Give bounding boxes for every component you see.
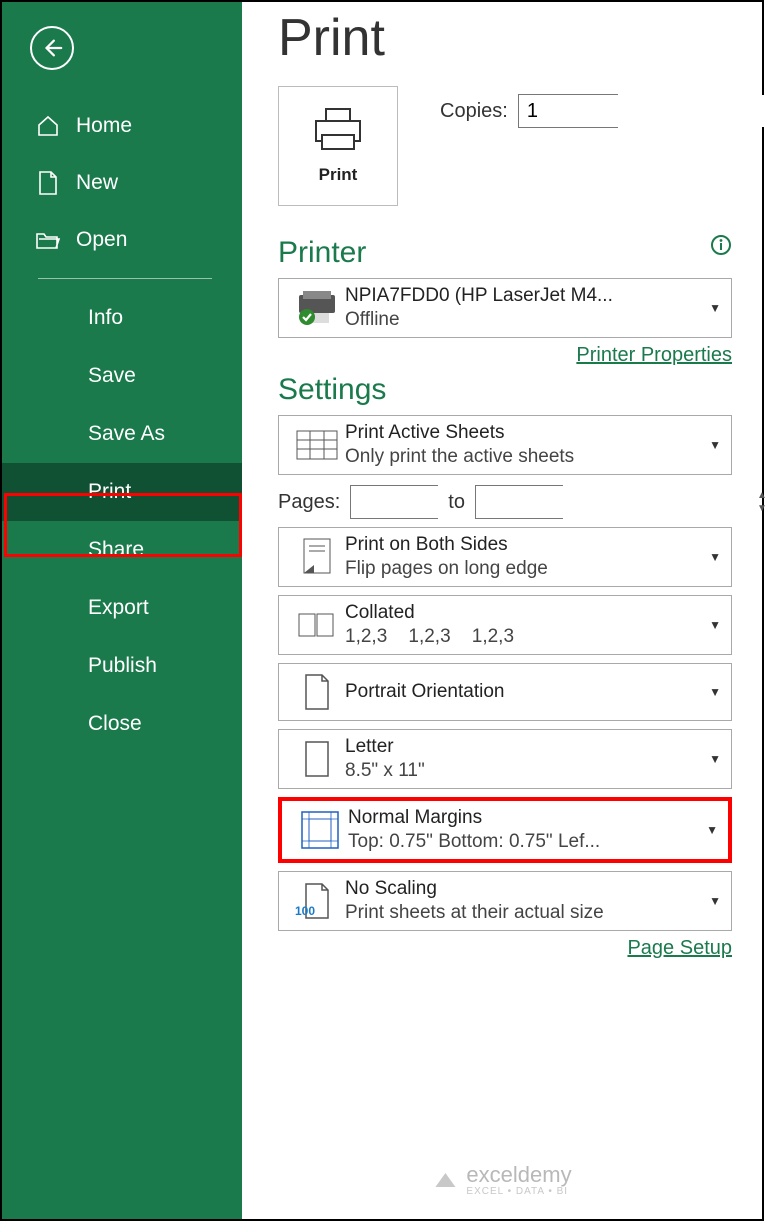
settings-heading: Settings: [278, 373, 732, 407]
printer-name: NPIA7FDD0 (HP LaserJet M4...: [345, 285, 703, 307]
sides-dropdown[interactable]: Print on Both Sides Flip pages on long e…: [278, 527, 732, 587]
logo-icon: [432, 1167, 458, 1193]
chevron-down-icon: ▼: [709, 752, 721, 766]
chevron-down-icon: ▼: [709, 618, 721, 632]
nav-close[interactable]: Close: [2, 695, 242, 753]
arrow-left-icon: [41, 37, 63, 59]
chevron-down-icon: ▼: [709, 301, 721, 315]
portrait-icon: [289, 673, 345, 711]
watermark: exceldemy EXCEL • DATA • BI: [432, 1162, 571, 1197]
printer-properties-link[interactable]: Printer Properties: [278, 344, 732, 367]
nav-home[interactable]: Home: [2, 98, 242, 154]
nav-save-as[interactable]: Save As: [2, 405, 242, 463]
orientation-dropdown[interactable]: Portrait Orientation ▼: [278, 663, 732, 721]
copies-input[interactable]: [519, 95, 768, 127]
printer-heading: Printer: [278, 236, 732, 270]
scaling-icon: 100: [289, 882, 345, 920]
collated-icon: [289, 610, 345, 640]
chevron-down-icon: ▼: [706, 823, 718, 837]
pages-from-spinner[interactable]: ▲▼: [350, 485, 438, 519]
chevron-down-icon: ▼: [709, 894, 721, 908]
nav-share[interactable]: Share: [2, 521, 242, 579]
nav-print[interactable]: Print: [2, 463, 242, 521]
collated-dropdown[interactable]: Collated 1,2,3 1,2,3 1,2,3 ▼: [278, 595, 732, 655]
printer-dropdown[interactable]: NPIA7FDD0 (HP LaserJet M4... Offline ▼: [278, 278, 732, 338]
paper-size-dropdown[interactable]: Letter 8.5" x 11" ▼: [278, 729, 732, 789]
page-setup-link[interactable]: Page Setup: [278, 937, 732, 960]
chevron-down-icon: ▼: [709, 438, 721, 452]
nav-publish[interactable]: Publish: [2, 637, 242, 695]
sidebar-divider: [38, 278, 212, 279]
pages-to-input[interactable]: [476, 486, 757, 518]
back-button[interactable]: [30, 26, 74, 70]
nav-label: Home: [76, 114, 132, 138]
document-icon: [34, 170, 62, 196]
pages-to-label: to: [448, 491, 465, 514]
nav-info[interactable]: Info: [2, 289, 242, 347]
duplex-icon: [289, 537, 345, 577]
pages-to-spinner[interactable]: ▲▼: [475, 485, 563, 519]
sheets-icon: [289, 430, 345, 460]
pages-label: Pages:: [278, 491, 340, 514]
copies-label: Copies:: [440, 100, 508, 123]
printer-device-icon: [289, 289, 345, 327]
home-icon: [34, 114, 62, 138]
chevron-down-icon: ▼: [709, 685, 721, 699]
printer-status: Offline: [345, 309, 703, 331]
print-panel: Print Print Copies: ▲▼: [242, 2, 762, 1219]
folder-open-icon: [34, 229, 62, 251]
nav-open[interactable]: Open: [2, 212, 242, 268]
nav-label: New: [76, 171, 118, 195]
backstage-sidebar: Home New Open Info Save Save As Print: [2, 2, 242, 1219]
printer-icon: [310, 107, 366, 155]
scaling-dropdown[interactable]: 100 No Scaling Print sheets at their act…: [278, 871, 732, 931]
print-what-dropdown[interactable]: Print Active Sheets Only print the activ…: [278, 415, 732, 475]
chevron-down-icon: ▼: [709, 550, 721, 564]
nav-label: Open: [76, 228, 127, 252]
margins-dropdown[interactable]: Normal Margins Top: 0.75" Bottom: 0.75" …: [278, 797, 732, 863]
print-button-label: Print: [319, 165, 358, 185]
nav-export[interactable]: Export: [2, 579, 242, 637]
nav-new[interactable]: New: [2, 154, 242, 212]
margins-icon: [292, 810, 348, 850]
nav-save[interactable]: Save: [2, 347, 242, 405]
page-icon: [289, 740, 345, 778]
page-title: Print: [278, 8, 732, 68]
copies-spinner[interactable]: ▲▼: [518, 94, 618, 128]
print-button[interactable]: Print: [278, 86, 398, 206]
info-icon[interactable]: [710, 234, 732, 256]
